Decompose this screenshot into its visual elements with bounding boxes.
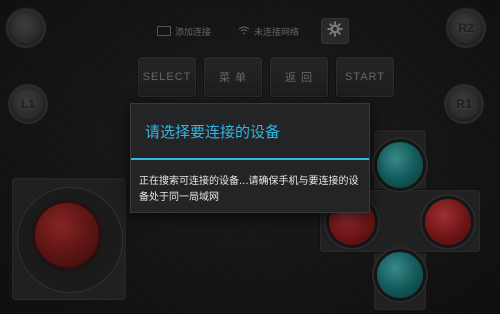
back-button[interactable]: 返 回	[270, 57, 328, 97]
add-connection-button[interactable]: 添加连接	[157, 22, 211, 40]
r2-button[interactable]: R2	[446, 8, 486, 48]
device-select-dialog: 请选择要连接的设备 正在搜索可连接的设备...请确保手机与要连接的设备处于同一局…	[130, 103, 370, 213]
l2-button[interactable]	[6, 8, 46, 48]
start-button[interactable]: START	[336, 57, 394, 97]
dialog-message: 正在搜索可连接的设备...请确保手机与要连接的设备处于同一局域网	[139, 176, 359, 203]
back-button-label: 返 回	[284, 72, 314, 84]
r2-button-label: R2	[451, 13, 481, 43]
start-button-label: START	[344, 71, 386, 83]
device-icon	[157, 26, 171, 36]
add-connection-label: 添加连接	[175, 27, 212, 38]
select-button-label: SELECT	[142, 71, 192, 83]
action-button-top[interactable]	[377, 142, 423, 188]
settings-button[interactable]	[321, 18, 349, 44]
dialog-title: 请选择要连接的设备	[131, 104, 369, 160]
r1-button[interactable]: R1	[444, 84, 484, 124]
joystick-knob[interactable]	[35, 203, 99, 267]
network-status-label: 未连接网络	[254, 27, 300, 38]
r1-button-label: R1	[449, 89, 479, 119]
menu-button[interactable]: 菜 单	[204, 57, 262, 97]
select-button[interactable]: SELECT	[138, 57, 196, 97]
joystick-pad[interactable]	[12, 178, 126, 300]
l1-button-label: L1	[13, 89, 43, 119]
wifi-icon	[238, 25, 250, 38]
l1-button[interactable]: L1	[8, 84, 48, 124]
menu-button-label: 菜 单	[218, 72, 248, 84]
action-button-bottom[interactable]	[377, 252, 423, 298]
gear-icon	[327, 21, 343, 41]
action-button-right[interactable]	[425, 199, 471, 245]
network-status: 未连接网络	[238, 22, 299, 40]
l2-button-label	[11, 13, 41, 43]
